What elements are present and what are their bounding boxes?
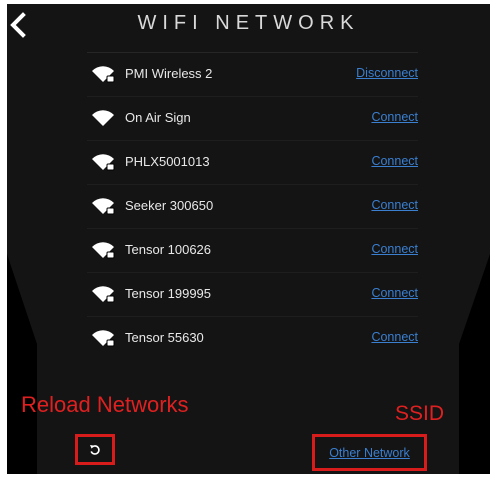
disconnect-link[interactable]: Disconnect — [356, 66, 418, 80]
network-ssid: Tensor 55630 — [125, 330, 204, 345]
reload-icon — [90, 444, 100, 455]
network-row: Seeker 300650 Connect — [87, 184, 418, 228]
network-ssid: Seeker 300650 — [125, 198, 214, 213]
wifi-icon — [92, 110, 114, 126]
app-screen: WIFI NETWORK PMI Wireless 2 Disconnect O… — [7, 4, 490, 474]
connect-link[interactable]: Connect — [371, 198, 418, 212]
reload-networks-annotation: Reload Networks — [21, 392, 189, 417]
network-row: On Air Sign Connect — [87, 96, 418, 140]
page-title: WIFI NETWORK — [137, 12, 360, 34]
network-row: Tensor 55630 Connect — [87, 316, 418, 360]
connect-link[interactable]: Connect — [371, 286, 418, 300]
other-network-highlight: Other Network — [312, 434, 427, 471]
network-row: PHLX5001013 Connect — [87, 140, 418, 184]
connect-link[interactable]: Connect — [371, 242, 418, 256]
network-list: PMI Wireless 2 Disconnect On Air Sign Co… — [87, 52, 418, 360]
network-ssid: Tensor 100626 — [125, 242, 212, 257]
wifi-locked-icon — [92, 286, 115, 303]
connect-link[interactable]: Connect — [371, 110, 418, 124]
network-ssid: On Air Sign — [125, 110, 191, 125]
network-ssid: PMI Wireless 2 — [125, 66, 213, 81]
wifi-locked-icon — [92, 198, 115, 215]
wifi-locked-icon — [92, 242, 115, 259]
ssid-annotation: SSID — [395, 402, 445, 425]
network-row: Tensor 100626 Connect — [87, 228, 418, 272]
wifi-locked-icon — [92, 66, 115, 83]
connect-link[interactable]: Connect — [371, 154, 418, 168]
other-network-link[interactable]: Other Network — [329, 446, 410, 460]
network-row: PMI Wireless 2 Disconnect — [87, 52, 418, 96]
reload-button[interactable] — [75, 434, 115, 465]
network-ssid: Tensor 199995 — [125, 286, 212, 301]
connect-link[interactable]: Connect — [371, 330, 418, 344]
network-row: Tensor 199995 Connect — [87, 272, 418, 316]
wifi-locked-icon — [92, 154, 115, 171]
network-ssid: PHLX5001013 — [125, 154, 210, 169]
wifi-locked-icon — [92, 330, 115, 347]
